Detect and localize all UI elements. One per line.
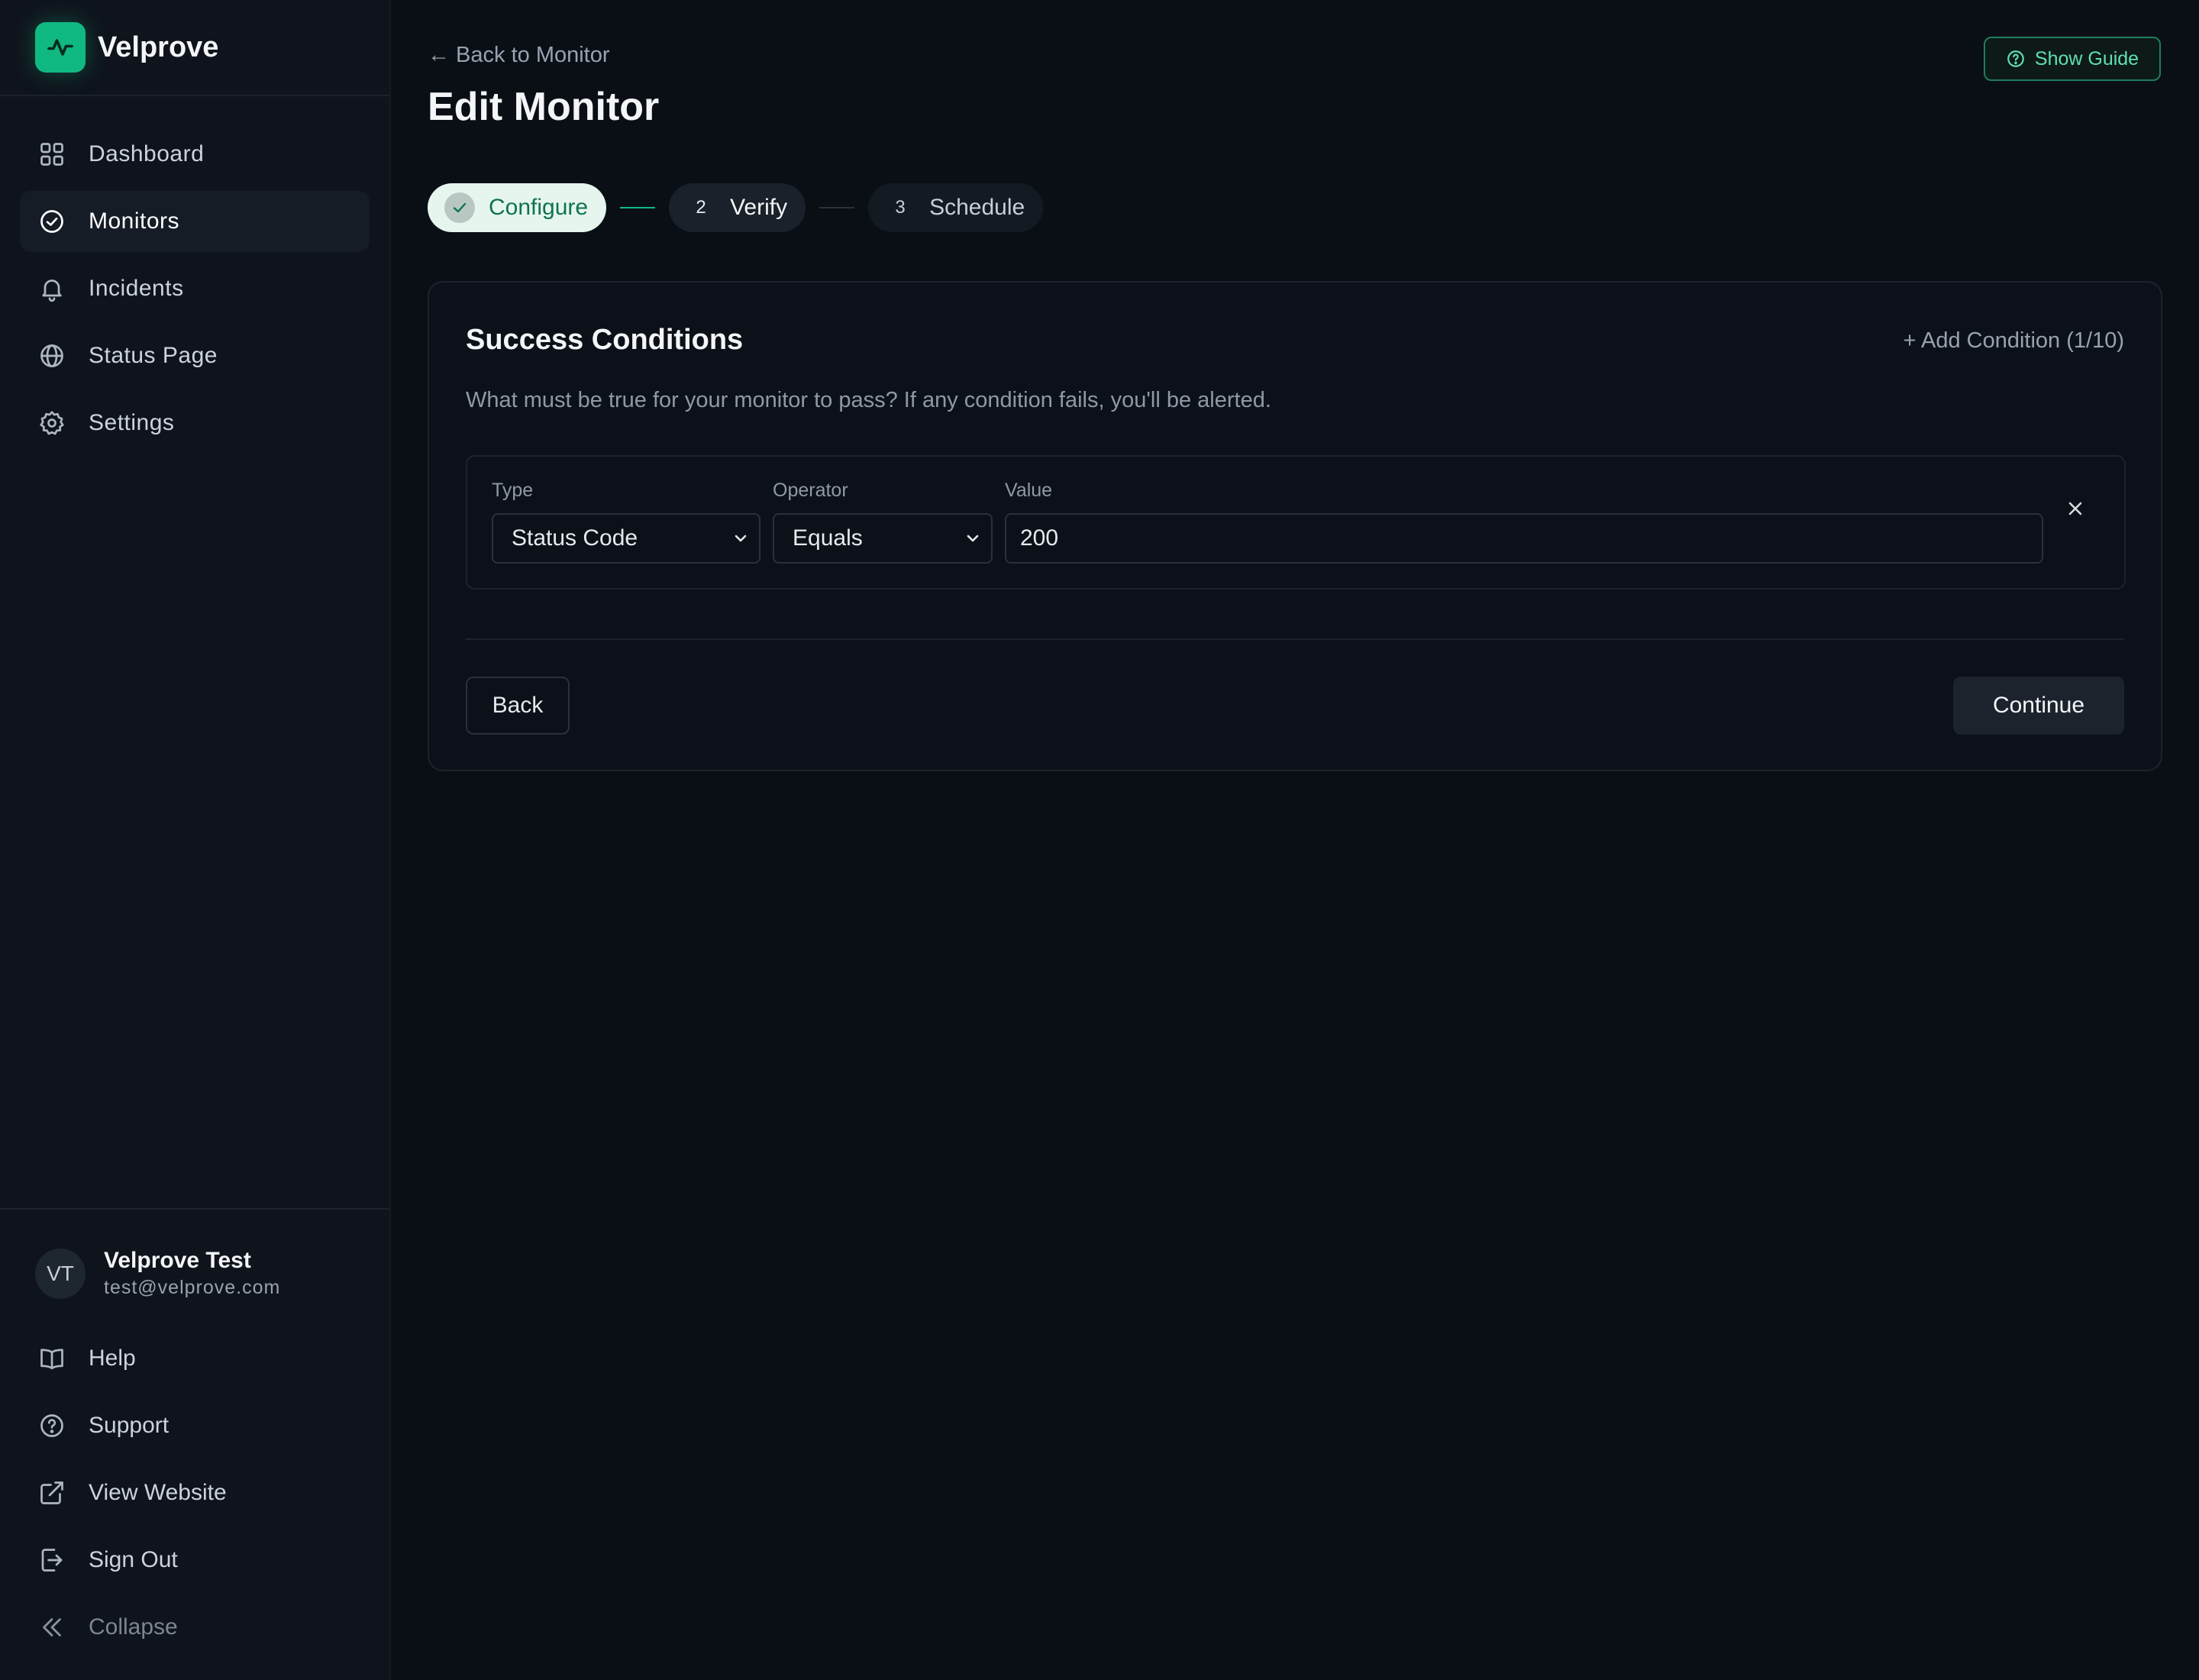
step-connector [819,207,855,208]
step-label: Verify [730,195,788,220]
support-label: Support [89,1413,170,1438]
card-title: Success Conditions [466,324,744,356]
continue-button[interactable]: Continue [1953,677,2124,735]
help-link[interactable]: Help [20,1325,370,1392]
sidebar-item-dashboard[interactable]: Dashboard [20,124,370,185]
show-guide-label: Show Guide [2034,47,2139,69]
grid-icon [40,143,63,166]
back-to-monitor-link[interactable]: ← Back to Monitor [428,43,610,68]
sidebar-item-label: Monitors [89,208,180,234]
collapse-button[interactable]: Collapse [20,1594,370,1661]
success-conditions-card: Success Conditions + Add Condition (1/10… [428,281,2162,771]
activity-icon [35,22,86,73]
step-label: Schedule [929,195,1025,220]
help-circle-icon [2007,50,2024,67]
sidebar-footer: VT Velprove Test test@velprove.com Help … [0,1208,389,1661]
chevron-down-icon [967,535,979,542]
show-guide-button[interactable]: Show Guide [1984,37,2161,81]
step-number: 3 [895,197,906,218]
operator-select-value: Equals [793,525,863,551]
chevron-down-icon [735,535,747,542]
step-label: Configure [489,195,589,220]
gear-icon [40,411,64,435]
bell-icon [42,279,62,302]
view-website-link[interactable]: View Website [20,1459,370,1527]
sidebar-item-status-page[interactable]: Status Page [20,325,370,386]
back-button[interactable]: Back [466,677,570,735]
close-icon [2068,502,2082,515]
type-select-value: Status Code [512,525,638,551]
sign-out-label: Sign Out [89,1547,178,1572]
stepper: Configure 2 Verify 3 Schedule [428,183,1044,232]
step-configure[interactable]: Configure [428,183,607,232]
sidebar-item-incidents[interactable]: Incidents [20,258,370,319]
user-name: Velprove Test [104,1248,251,1273]
step-schedule[interactable]: 3 Schedule [868,183,1044,232]
collapse-label: Collapse [89,1614,178,1640]
main-nav: Dashboard Monitors Incidents Status Page… [0,96,389,454]
brand[interactable]: Velprove [0,0,389,96]
sidebar-item-monitors[interactable]: Monitors [20,191,370,252]
step-verify[interactable]: 2 Verify [669,183,806,232]
log-out-icon [41,1549,63,1572]
book-icon [40,1349,63,1370]
avatar: VT [35,1248,86,1299]
step-number: 2 [686,192,717,223]
user-profile[interactable]: VT Velprove Test test@velprove.com [20,1248,370,1299]
step-connector [620,207,656,208]
sidebar-item-label: Status Page [89,343,218,368]
type-label: Type [492,480,534,501]
sidebar-item-settings[interactable]: Settings [20,393,370,454]
support-link[interactable]: Support [20,1392,370,1459]
operator-select[interactable]: Equals [773,513,993,564]
check-icon [444,192,475,223]
help-circle-icon [40,1414,63,1437]
divider [466,638,2124,640]
check-circle-icon [40,210,63,233]
value-label: Value [1005,480,1053,501]
external-link-icon [40,1481,63,1504]
value-input-text: 200 [1020,525,1059,551]
card-description: What must be true for your monitor to pa… [466,388,1271,412]
globe-icon [40,344,63,367]
user-email: test@velprove.com [104,1277,281,1298]
sign-out-button[interactable]: Sign Out [20,1527,370,1594]
value-input[interactable]: 200 [1005,513,2043,564]
sidebar: Velprove Dashboard Monitors Incidents St… [0,0,391,1680]
condition-row: Type Status Code Operator Equals Value 2… [466,455,2126,590]
page-title: Edit Monitor [428,85,660,129]
sidebar-item-label: Settings [89,410,175,435]
operator-label: Operator [773,480,848,501]
remove-condition-button[interactable] [2060,493,2091,524]
help-label: Help [89,1346,136,1371]
view-website-label: View Website [89,1480,227,1505]
sidebar-item-label: Dashboard [89,141,205,166]
brand-name: Velprove [98,31,219,63]
sidebar-item-label: Incidents [89,276,184,301]
add-condition-button[interactable]: + Add Condition (1/10) [1904,328,2124,354]
chevrons-left-icon [43,1618,61,1636]
type-select[interactable]: Status Code [492,513,760,564]
